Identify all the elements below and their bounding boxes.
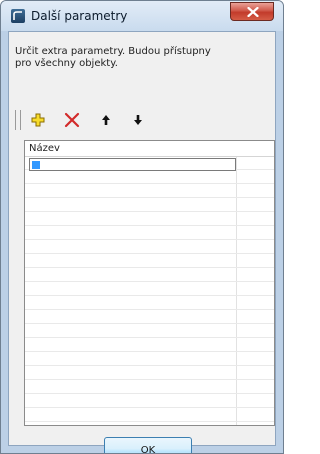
toolbar-grip[interactable] (15, 110, 21, 130)
parameters-grid[interactable]: Název (24, 140, 275, 426)
table-row (25, 394, 274, 408)
table-row (25, 268, 274, 282)
title-bar[interactable]: Další parametry (1, 1, 283, 31)
table-row (25, 240, 274, 254)
add-button[interactable] (27, 110, 49, 130)
table-row (25, 352, 274, 366)
delete-icon (64, 112, 80, 128)
toolbar (13, 108, 269, 132)
table-row (25, 254, 274, 268)
table-row (25, 380, 274, 394)
table-row (25, 324, 274, 338)
dialog-window: Další parametry Určit extra parametry. B… (0, 0, 284, 454)
add-icon (31, 113, 45, 127)
window-title: Další parametry (31, 9, 128, 23)
table-row (25, 366, 274, 380)
table-row (25, 170, 274, 184)
close-button[interactable] (230, 2, 274, 21)
table-row (25, 212, 274, 226)
move-down-button[interactable] (127, 110, 149, 130)
delete-button[interactable] (61, 110, 83, 130)
table-row (25, 282, 274, 296)
dialog-client: Určit extra parametry. Budou přístupny p… (8, 31, 276, 453)
table-row (25, 296, 274, 310)
name-cell-editor[interactable] (29, 158, 236, 171)
move-up-button[interactable] (95, 110, 117, 130)
move-down-icon (134, 115, 142, 125)
table-row (25, 226, 274, 240)
grid-header: Název (25, 141, 274, 157)
description-line-2: pro všechny objekty. (15, 58, 118, 69)
ok-button[interactable]: OK (104, 437, 192, 453)
table-row (25, 198, 274, 212)
table-row (25, 184, 274, 198)
description-text: Určit extra parametry. Budou přístupny p… (15, 46, 255, 70)
app-icon (11, 9, 25, 23)
table-row (25, 310, 274, 324)
column-header-name[interactable]: Název (29, 143, 60, 154)
table-row (25, 338, 274, 352)
move-up-icon (102, 115, 110, 125)
description-line-1: Určit extra parametry. Budou přístupny (15, 46, 211, 57)
close-icon (247, 7, 259, 17)
text-selection (32, 161, 40, 169)
table-row (25, 408, 274, 422)
